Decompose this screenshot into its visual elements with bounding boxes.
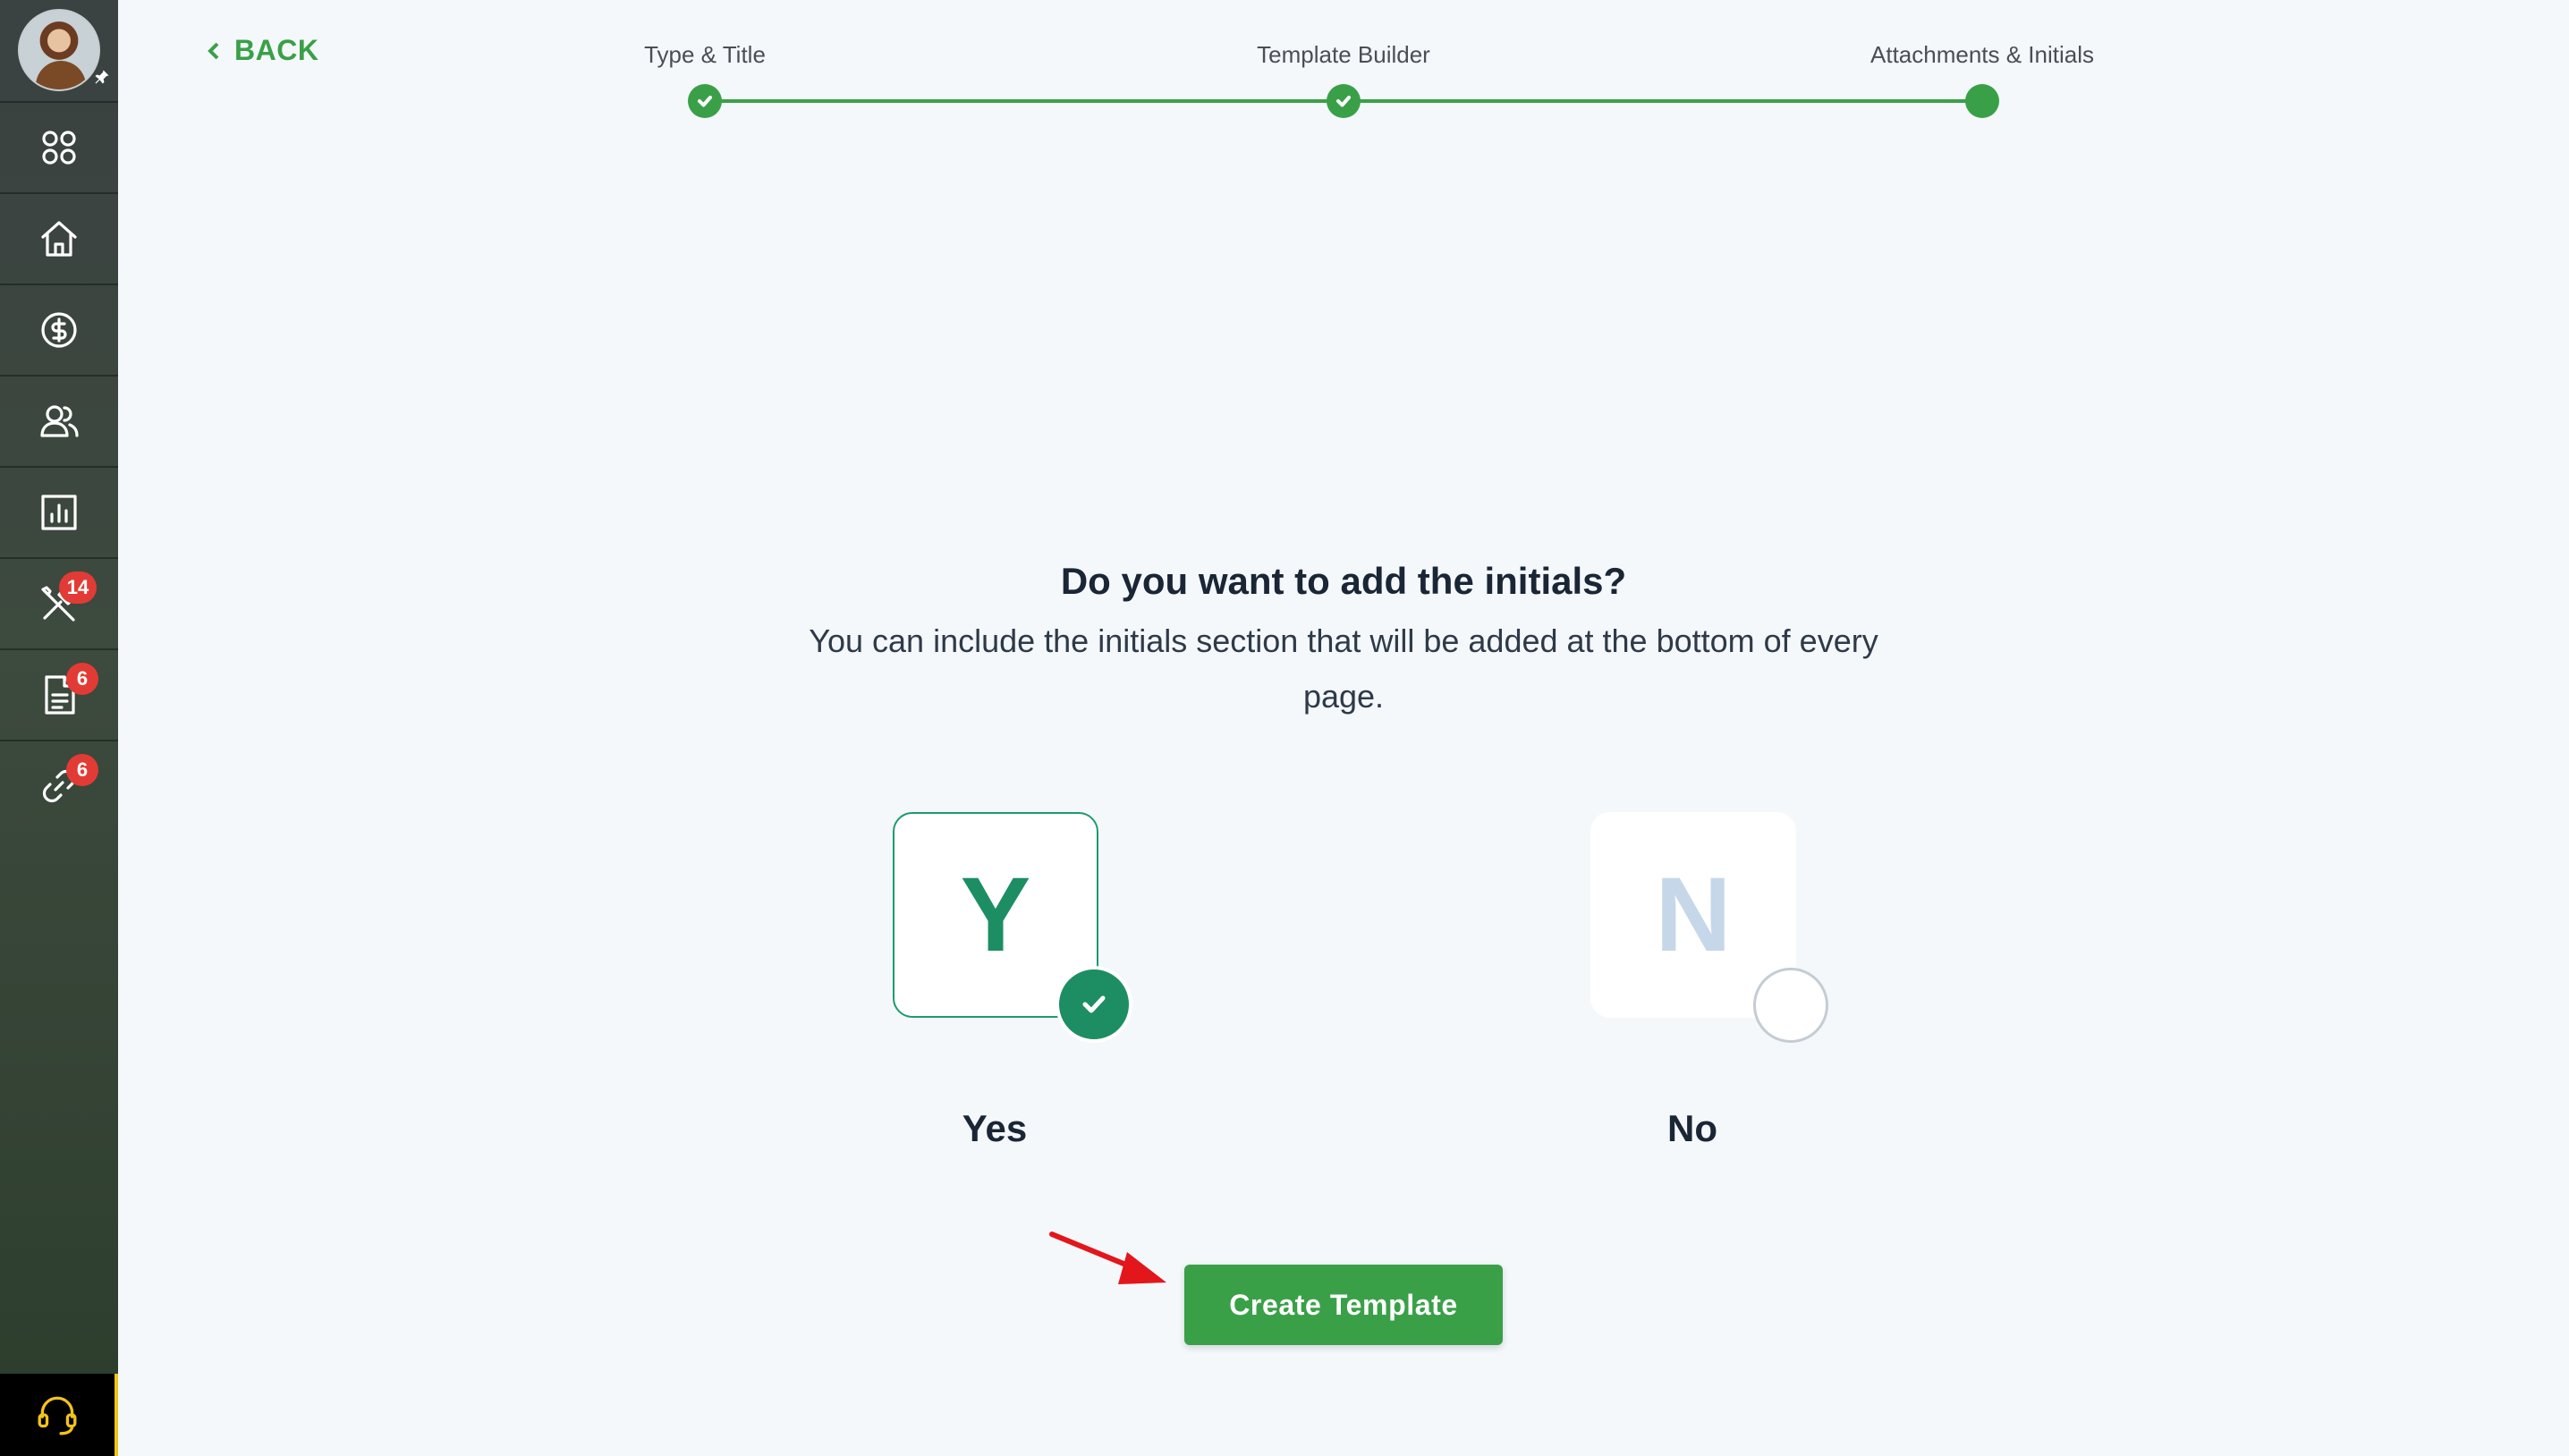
sidebar-item-documents[interactable]: 6 [0, 648, 118, 739]
step-indicator-type-title[interactable] [688, 84, 722, 118]
dollar-circle-icon [41, 311, 77, 348]
headset-icon [38, 1396, 77, 1435]
sidebar-item-home[interactable] [0, 192, 118, 283]
sidebar-item-reports[interactable] [0, 466, 118, 556]
apps-grid-icon [42, 130, 76, 165]
create-template-button[interactable]: Create Template [1184, 1265, 1503, 1345]
question-description: You can include the initials section tha… [809, 622, 1878, 715]
step-label-template-builder: Template Builder [1257, 41, 1430, 68]
support-button[interactable] [0, 1374, 118, 1456]
chevron-left-icon [208, 42, 219, 59]
option-no-label: No [1667, 1107, 1717, 1149]
sidebar-item-users[interactable] [0, 375, 118, 465]
step-label-attachments-initials: Attachments & Initials [1870, 41, 2094, 68]
option-yes-letter: Y [960, 856, 1031, 974]
step-indicator-template-builder[interactable] [1327, 84, 1361, 118]
avatar-area [0, 0, 118, 101]
question-title: Do you want to add the initials? [1060, 560, 1627, 602]
checkmark-icon [698, 96, 712, 107]
back-label: BACK [234, 34, 319, 66]
option-yes-selected-indicator[interactable] [1056, 966, 1132, 1043]
sidebar-item-apps[interactable] [0, 101, 118, 191]
annotation-arrow-icon [1049, 1232, 1166, 1284]
links-badge: 6 [66, 754, 98, 786]
sidebar-item-links[interactable]: 6 [0, 740, 118, 830]
checkmark-icon [1336, 96, 1351, 107]
users-icon [40, 404, 79, 437]
option-yes-label: Yes [962, 1107, 1028, 1149]
step-label-type-title: Type & Title [644, 41, 766, 68]
checkmark-icon [1082, 995, 1106, 1013]
bar-chart-icon [41, 494, 77, 530]
avatar[interactable] [18, 9, 100, 91]
sidebar-item-finance[interactable] [0, 284, 118, 374]
back-button[interactable]: BACK [204, 34, 318, 67]
pin-icon[interactable] [93, 68, 111, 86]
option-no-letter: N [1655, 856, 1732, 974]
home-icon [41, 220, 77, 257]
step-indicator-attachments-initials[interactable] [1965, 84, 1999, 118]
option-no-radio[interactable] [1753, 968, 1828, 1043]
documents-badge: 6 [66, 663, 98, 695]
sidebar: 14 6 6 [0, 0, 118, 1456]
